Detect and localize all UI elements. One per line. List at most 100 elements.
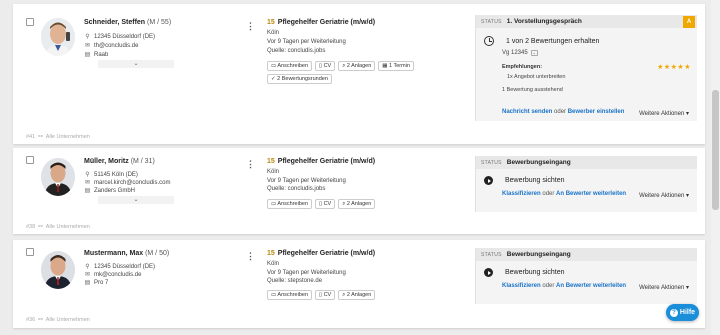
- link-icon: ⚯: [38, 317, 43, 323]
- chip-cv[interactable]: ▯ CV: [315, 199, 336, 209]
- status-actions: Klassifizieren oder An Bewerter weiterle…: [502, 283, 627, 289]
- more-actions-button[interactable]: Weitere Aktionen ▾: [639, 284, 689, 291]
- status-header: STATUS Bewerbungseingang: [476, 156, 697, 169]
- select-checkbox[interactable]: [26, 18, 34, 26]
- kebab-menu-icon[interactable]: ⋮: [246, 159, 255, 170]
- building-icon: ▤: [84, 188, 91, 194]
- candidate-card: Schneider, Steffen (M / 55) ⚲ 12345 Düss…: [13, 4, 705, 144]
- classify-link[interactable]: Klassifizieren: [502, 191, 541, 197]
- chip-cv[interactable]: ▯ CV: [315, 61, 336, 71]
- link-icon: ⚯: [38, 224, 43, 230]
- status-value[interactable]: Bewerbungseingang: [507, 251, 571, 258]
- job-title[interactable]: 15 Pflegehelfer Geriatrie (m/w/d): [267, 19, 375, 26]
- rating-status-row: 1 von 2 Bewertungen erhalten: [484, 36, 599, 46]
- send-message-link[interactable]: Nachricht senden: [502, 109, 552, 115]
- candidate-name[interactable]: Mustermann, Max (M / 50): [84, 250, 169, 257]
- card-footer: #36 ⚯ Alle Unternehmen: [26, 317, 90, 323]
- status-actions: Klassifizieren oder An Bewerter weiterle…: [502, 191, 627, 197]
- job-source: Quelle: concludis.jobs: [267, 186, 326, 192]
- job-source: Quelle: stepstone.de: [267, 278, 323, 284]
- candidate-company: ▤ Zanders GmbH: [84, 187, 136, 195]
- candidate-card: Mustermann, Max (M / 50) ⚲ 12345 Düsseld…: [13, 240, 705, 328]
- status-header: STATUS Bewerbungseingang: [476, 248, 697, 261]
- job-title[interactable]: 15 Pflegehelfer Geriatrie (m/w/d): [267, 250, 375, 257]
- chip-cover-letter[interactable]: ▭ Anschreiben: [267, 61, 312, 71]
- more-actions-button[interactable]: Weitere Aktionen ▾: [639, 192, 689, 199]
- chip-attachments[interactable]: ⌕ 2 Anlagen: [338, 199, 376, 209]
- chip-cv[interactable]: ▯ CV: [315, 290, 336, 300]
- job-since: Vor 9 Tagen per Weiterleitung: [267, 39, 346, 45]
- job-since: Vor 9 Tagen per Weiterleitung: [267, 178, 346, 184]
- chip-attachments[interactable]: ⌕ 2 Anlagen: [338, 290, 376, 300]
- select-checkbox[interactable]: [26, 248, 34, 256]
- avatar[interactable]: [41, 251, 75, 289]
- forward-to-rater-link[interactable]: An Bewerter weiterleiten: [556, 191, 626, 197]
- chip-ratings[interactable]: ✓ 2 Bewertungsrunden: [267, 74, 332, 84]
- task-row: Bewerbung sichten: [484, 268, 565, 277]
- forward-to-rater-link[interactable]: An Bewerter weiterleiten: [556, 283, 626, 289]
- clock-icon: [484, 36, 494, 46]
- candidate-address: ⚲ 51145 Köln (DE): [85, 171, 138, 179]
- attachment-chips: ▭ Anschreiben ▯ CV ⌕ 2 Anlagen ▦ 1 Termi…: [267, 61, 467, 84]
- play-icon[interactable]: [484, 176, 493, 185]
- chevron-down-icon: ⌄: [133, 61, 139, 67]
- avatar[interactable]: [41, 18, 75, 56]
- status-panel: STATUS 1. Vorstellungsgespräch A 1 von 2…: [475, 15, 697, 121]
- play-icon[interactable]: [484, 268, 493, 277]
- chip-cover-letter[interactable]: ▭ Anschreiben: [267, 199, 312, 209]
- candidate-address: ⚲ 12345 Düsseldorf (DE): [85, 33, 156, 41]
- candidate-company: ▤ Pro 7: [84, 279, 109, 287]
- link-icon: ⚯: [38, 134, 43, 140]
- building-icon: ▤: [84, 52, 91, 58]
- candidate-name[interactable]: Müller, Moritz (M / 31): [84, 158, 155, 165]
- status-subtext: Vg 12345 ⌄: [502, 50, 538, 56]
- scrollbar-thumb[interactable]: [712, 90, 719, 210]
- job-title[interactable]: 15 Pflegehelfer Geriatrie (m/w/d): [267, 158, 375, 165]
- job-location: Köln: [267, 169, 280, 175]
- envelope-icon: ✉: [84, 272, 91, 278]
- candidate-email[interactable]: ✉ th@concludis.de: [84, 42, 138, 50]
- expand-details-button[interactable]: ⌄: [98, 60, 174, 68]
- avatar[interactable]: [41, 158, 75, 196]
- job-location: Köln: [267, 30, 280, 36]
- select-checkbox[interactable]: [26, 156, 34, 164]
- status-value[interactable]: 1. Vorstellungsgespräch: [507, 18, 582, 25]
- location-pin-icon: ⚲: [85, 172, 90, 178]
- candidate-email[interactable]: ✉ marcel.kirch@concludis.com: [84, 179, 170, 187]
- card-footer: #38 ⚯ Alle Unternehmen: [26, 224, 90, 230]
- job-source: Quelle: concludis.jobs: [267, 48, 326, 54]
- status-panel: STATUS Bewerbungseingang Bewerbung sicht…: [475, 248, 697, 304]
- classify-link[interactable]: Klassifizieren: [502, 283, 541, 289]
- envelope-icon: ✉: [84, 43, 91, 49]
- candidate-card: Müller, Moritz (M / 31) ⚲ 51145 Köln (DE…: [13, 148, 705, 234]
- location-pin-icon: ⚲: [85, 264, 90, 270]
- chip-appointment[interactable]: ▦ 1 Termin: [378, 61, 415, 71]
- hire-candidate-link[interactable]: Bewerber einstellen: [568, 109, 625, 115]
- recommendation-item: 1x Angebot unterbreiten: [507, 74, 566, 80]
- location-pin-icon: ⚲: [85, 34, 90, 40]
- recommendations-label: Empfehlungen:: [502, 64, 543, 70]
- candidate-company: ▤ Raab: [84, 51, 109, 59]
- question-icon: ?: [669, 308, 678, 317]
- attachment-chips: ▭ Anschreiben ▯ CV ⌕ 2 Anlagen: [267, 290, 467, 300]
- kebab-menu-icon[interactable]: ⋮: [246, 21, 255, 32]
- candidate-address: ⚲ 12345 Düsseldorf (DE): [85, 263, 156, 271]
- star-rating: ★★★★★: [657, 64, 691, 71]
- chip-cover-letter[interactable]: ▭ Anschreiben: [267, 290, 312, 300]
- kebab-menu-icon[interactable]: ⋮: [246, 251, 255, 262]
- status-actions: Nachricht senden oder Bewerber einstelle…: [502, 109, 625, 115]
- priority-badge: A: [683, 16, 695, 28]
- more-actions-button[interactable]: Weitere Aktionen ▾: [639, 110, 689, 117]
- vertical-scrollbar[interactable]: [711, 0, 720, 335]
- expand-details-button[interactable]: ⌄: [98, 196, 174, 204]
- status-value[interactable]: Bewerbungseingang: [507, 159, 571, 166]
- job-location: Köln: [267, 261, 280, 267]
- building-icon: ▤: [84, 280, 91, 286]
- candidate-email[interactable]: ✉ mk@concludis.de: [84, 271, 141, 279]
- chip-attachments[interactable]: ⌕ 2 Anlagen: [338, 61, 376, 71]
- task-row: Bewerbung sichten: [484, 176, 565, 185]
- envelope-icon: ✉: [84, 180, 91, 186]
- info-icon[interactable]: ⌄: [530, 50, 538, 56]
- help-button[interactable]: ? Hilfe: [666, 304, 699, 321]
- candidate-name[interactable]: Schneider, Steffen (M / 55): [84, 19, 171, 26]
